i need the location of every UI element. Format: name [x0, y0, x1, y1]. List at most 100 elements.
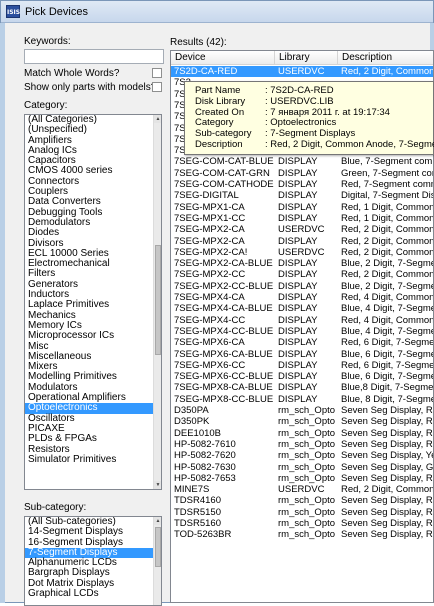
- device-cell: 7SEG-COM-CAT-GRN: [174, 167, 270, 179]
- library-cell: DISPLAY: [278, 292, 318, 303]
- table-row[interactable]: TDSR5150 rm_sch_Opto Seven Seg Display, Re: [171, 506, 433, 518]
- column-header-library[interactable]: Library: [275, 51, 338, 65]
- match-whole-words-row[interactable]: Match Whole Words?: [24, 68, 164, 79]
- table-row[interactable]: 7SEG-MPX8-CC-BLUE DISPLAY Blue, 8 Digit, 7…: [171, 394, 433, 405]
- category-item[interactable]: Microprocessor ICs: [25, 330, 161, 341]
- window-title: Pick Devices: [25, 6, 88, 18]
- subcategory-scrollbar[interactable]: ▲: [153, 517, 161, 605]
- table-row[interactable]: 7S2D-CA-RED USERDVC Red, 2 Digit, Common: [171, 66, 433, 78]
- device-cell: 7SEG-MPX6-CA: [174, 337, 245, 349]
- device-cell: TDSR4160: [174, 495, 221, 507]
- library-cell: DISPLAY: [278, 190, 318, 202]
- table-row[interactable]: 7SEG-MPX2-CA USERDVC Red, 2 Digit, Common: [171, 224, 433, 235]
- device-cell: 7SEG-MPX4-CA-BLUE: [174, 303, 273, 315]
- table-row[interactable]: 7SEG-MPX4-CA-BLUE DISPLAY Blue, 4 Digit, 7…: [171, 303, 433, 315]
- device-cell: DEE1010B: [174, 427, 222, 439]
- table-row[interactable]: HP-5082-7653 rm_sch_Opto Seven Seg Display…: [171, 472, 434, 484]
- library-cell: DISPLAY: [278, 303, 318, 315]
- results-label: Results (42):: [170, 37, 227, 48]
- library-cell: rm_sch_Opto: [278, 529, 336, 541]
- category-item[interactable]: PLDs & FPGAs: [25, 433, 161, 444]
- library-cell: rm_sch_Opto: [278, 405, 336, 416]
- library-cell: DISPLAY: [278, 348, 318, 360]
- device-cell: D350PK: [174, 416, 210, 428]
- library-cell: rm_sch_Opto: [278, 427, 336, 439]
- table-row[interactable]: HP-5082-7620 rm_sch_Opto Seven Seg Display…: [171, 450, 434, 462]
- description-cell: Blue, 6 Digit, 7-Segme: [341, 371, 434, 383]
- table-row[interactable]: 7SEG-MPX6-CA-BLUE DISPLAY Blue, 6 Digit, 7…: [171, 348, 434, 360]
- title-bar[interactable]: ISIS Pick Devices: [1, 1, 433, 23]
- table-row[interactable]: MINE7S USERDVC Red, 2 Digit, Common: [171, 484, 433, 496]
- table-row[interactable]: 7SEG-DIGITAL DISPLAY Digital, 7-Segment Di…: [171, 190, 433, 202]
- table-row[interactable]: 7SEG-MPX2-CC-BLUE DISPLAY Blue, 2 Digit, 7…: [171, 280, 433, 292]
- library-cell: DISPLAY: [278, 359, 318, 371]
- device-cell: TDSR5150: [174, 506, 221, 518]
- table-row[interactable]: 7SEG-MPX6-CC DISPLAY Red, 6 Digit, 7-Segme: [171, 359, 433, 371]
- table-row[interactable]: 7SEG-MPX8-CA-BLUE DISPLAY Blue,8 Digit, 7-…: [171, 382, 433, 393]
- table-row[interactable]: 7SEG-MPX2-CA DISPLAY Red, 2 Digit, Common: [171, 235, 433, 247]
- device-cell: 7S2D-CA-RED: [174, 66, 238, 77]
- library-cell: rm_sch_Opto: [278, 518, 336, 529]
- description-cell: Seven Seg Display, Ye: [341, 450, 434, 462]
- table-row[interactable]: 7SEG-COM-CATHODE DISPLAY Red, 7-Segment co…: [171, 179, 433, 190]
- table-row[interactable]: 7SEG-MPX2-CA! USERDVC Red, 2 Digit, Common: [171, 246, 433, 258]
- table-row[interactable]: 7SEG-MPX6-CC-BLUE DISPLAY Blue, 6 Digit, 7…: [171, 371, 434, 383]
- table-row[interactable]: HP-5082-7610 rm_sch_Opto Seven Seg Display…: [171, 438, 433, 450]
- description-cell: Red, 1 Digit, Common: [341, 201, 434, 213]
- table-row[interactable]: 7SEG-COM-CAT-GRN DISPLAY Green, 7-Segment …: [171, 167, 433, 179]
- table-row[interactable]: DEE1010B rm_sch_Opto Seven Seg Display, Re: [171, 427, 433, 439]
- tooltip-value: : USERDVC.LIB: [265, 95, 334, 107]
- category-scrollbar[interactable]: ▲ ▼: [153, 115, 161, 489]
- match-whole-words-checkbox[interactable]: [152, 68, 162, 78]
- table-row[interactable]: TDSR4160 rm_sch_Opto Seven Seg Display, Re: [171, 495, 433, 507]
- table-row[interactable]: 7SEG-MPX2-CA-BLUE DISPLAY Blue, 2 Digit, 7…: [171, 258, 433, 269]
- description-cell: Seven Seg Display, Re: [341, 405, 434, 416]
- part-info-tooltip: Part Name: 7S2D-CA-RED Disk Library: USER…: [184, 81, 434, 155]
- table-row[interactable]: 7SEG-MPX1-CA DISPLAY Red, 1 Digit, Common: [171, 201, 434, 213]
- table-row[interactable]: D350PK rm_sch_Opto Seven Seg Display, Re: [171, 416, 433, 428]
- table-row[interactable]: TOD-5263BR rm_sch_Opto Seven Seg Display, …: [171, 529, 433, 541]
- table-row[interactable]: 7SEG-MPX1-CC DISPLAY Red, 1 Digit, Common: [171, 213, 433, 224]
- category-item[interactable]: Simulator Primitives: [25, 454, 161, 465]
- column-header-device[interactable]: Device: [171, 51, 275, 65]
- table-row[interactable]: 7SEG-MPX4-CC-BLUE DISPLAY Blue, 4 Digit, 7…: [171, 325, 434, 337]
- scroll-up-arrow-icon[interactable]: ▲: [154, 115, 161, 123]
- tooltip-value: : Red, 2 Digit, Common Anode, 7-Segment: [265, 139, 434, 150]
- subcategory-listbox[interactable]: (All Sub-categories) 14-Segment Displays 1…: [24, 516, 162, 606]
- table-row[interactable]: 7SEG-MPX4-CC DISPLAY Red, 4 Digit, Common: [171, 315, 433, 326]
- category-label: Category:: [24, 100, 68, 111]
- subcategory-items: (All Sub-categories) 14-Segment Displays 1…: [25, 517, 161, 599]
- device-cell: 7SEG-MPX6-CA-BLUE: [174, 348, 273, 360]
- description-cell: Seven Seg Display, Re: [341, 472, 434, 484]
- show-only-models-row[interactable]: Show only parts with models?: [24, 82, 164, 93]
- keywords-input[interactable]: [24, 49, 164, 64]
- library-cell: DISPLAY: [278, 280, 318, 292]
- subcategory-item[interactable]: Graphical LCDs: [25, 588, 161, 599]
- scroll-down-arrow-icon[interactable]: ▼: [154, 481, 161, 489]
- description-cell: Blue, 6 Digit, 7-Segme: [341, 348, 434, 360]
- category-scroll-thumb[interactable]: [155, 245, 161, 355]
- table-row[interactable]: 7SEG-COM-CAT-BLUE DISPLAY Blue, 7-Segment …: [171, 156, 433, 167]
- library-cell: USERDVC: [278, 484, 325, 496]
- table-row[interactable]: 7SEG-MPX6-CA DISPLAY Red, 6 Digit, 7-Segme: [171, 337, 433, 349]
- device-cell: 7SEG-MPX2-CA!: [174, 246, 248, 258]
- table-row[interactable]: 7SEG-MPX2-CC DISPLAY Red, 2 Digit, Common: [171, 269, 433, 280]
- table-row[interactable]: D350PA rm_sch_Opto Seven Seg Display, Re: [171, 405, 434, 416]
- table-row[interactable]: 7SEG-MPX4-CA DISPLAY Red, 4 Digit, Common: [171, 292, 433, 303]
- description-cell: Blue, 4 Digit, 7-Segme: [341, 325, 434, 337]
- device-cell: 7SEG-MPX2-CA: [174, 235, 245, 247]
- category-listbox[interactable]: (All Categories) (Unspecified) Amplifiers A…: [24, 114, 162, 490]
- table-row[interactable]: HP-5082-7630 rm_sch_Opto Seven Seg Display…: [171, 462, 433, 473]
- column-header-description[interactable]: Description: [338, 51, 433, 65]
- library-cell: DISPLAY: [278, 179, 318, 190]
- library-cell: rm_sch_Opto: [278, 438, 336, 450]
- library-cell: USERDVC: [278, 246, 325, 258]
- table-row[interactable]: TDSR5160 rm_sch_Opto Seven Seg Display, Re: [171, 518, 433, 529]
- library-cell: DISPLAY: [278, 337, 318, 349]
- library-cell: USERDVC: [278, 66, 325, 77]
- device-cell: 7SEG-MPX6-CC-BLUE: [174, 371, 274, 383]
- show-only-models-checkbox[interactable]: [152, 82, 162, 92]
- device-cell: 7SEG-MPX6-CC: [174, 359, 246, 371]
- subcategory-scroll-thumb[interactable]: [155, 527, 161, 567]
- scroll-up-arrow-icon[interactable]: ▲: [154, 517, 161, 525]
